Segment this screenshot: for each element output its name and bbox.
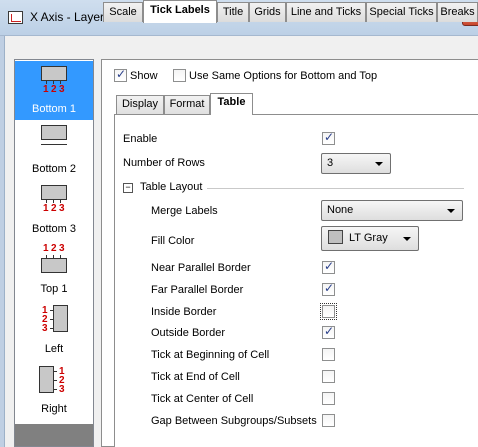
enable-label: Enable [123, 133, 158, 145]
list-empty-area [15, 424, 93, 446]
tick-end-cell-label: Tick at End of Cell [151, 371, 240, 383]
subtab-display[interactable]: Display [116, 95, 164, 114]
fill-color-label: Fill Color [151, 235, 195, 247]
subtab-format[interactable]: Format [164, 95, 210, 114]
merge-labels-value: None [327, 204, 354, 216]
collapse-toggle-icon[interactable]: − [123, 183, 133, 193]
outside-border-checkbox[interactable] [322, 324, 335, 339]
show-label: Show [130, 70, 158, 82]
axis-item-bottom-2[interactable]: Bottom 2 [15, 121, 93, 180]
number-of-rows-value: 3 [327, 157, 334, 169]
axis-item-label: Bottom 1 [31, 103, 77, 115]
enable-checkbox[interactable] [322, 130, 335, 145]
merge-labels-label: Merge Labels [151, 205, 218, 217]
window-title: X Axis - Layer1 [30, 10, 111, 24]
show-checkbox[interactable] [114, 67, 127, 82]
number-of-rows-select[interactable]: 3 [321, 153, 391, 174]
inside-border-label: Inside Border [151, 306, 217, 318]
near-parallel-border-label: Near Parallel Border [151, 262, 251, 274]
merge-labels-select[interactable]: None [321, 200, 463, 221]
color-swatch [328, 230, 343, 244]
tab-title[interactable]: Title [217, 2, 249, 22]
axis-item-bottom-3[interactable]: 1 2 3 Bottom 3 [15, 181, 93, 240]
far-parallel-border-label: Far Parallel Border [151, 284, 244, 296]
tick-center-cell-label: Tick at Center of Cell [151, 393, 254, 405]
tick-beginning-cell-checkbox[interactable] [322, 348, 335, 361]
use-same-options-label: Use Same Options for Bottom and Top [189, 70, 378, 82]
axis-item-label: Left [44, 343, 64, 355]
tick-end-cell-checkbox[interactable] [322, 370, 335, 383]
axis-item-top-1[interactable]: 1 2 3 Top 1 [15, 241, 93, 300]
far-parallel-border-checkbox[interactable] [322, 281, 335, 296]
tab-tick-labels[interactable]: Tick Labels [143, 0, 217, 23]
tab-scale[interactable]: Scale [103, 2, 143, 22]
subtab-table[interactable]: Table [210, 93, 253, 115]
fill-color-value: LT Gray [349, 232, 388, 244]
axis-item-right[interactable]: 1 2 3 Right [15, 361, 93, 420]
axis-item-label: Bottom 2 [31, 163, 77, 175]
gap-subgroups-label: Gap Between Subgroups/Subsets [151, 415, 317, 427]
chevron-down-icon [375, 162, 383, 166]
chevron-down-icon [447, 209, 455, 213]
axis-item-label: Right [41, 403, 67, 415]
gap-subgroups-checkbox[interactable] [322, 414, 335, 427]
outside-border-label: Outside Border [151, 327, 225, 339]
axis-icon-list: 1 2 3 Bottom 1 Bottom 2 1 2 3 Bottom 3 1… [14, 59, 94, 447]
tab-special-ticks[interactable]: Special Ticks [366, 2, 437, 22]
near-parallel-border-checkbox[interactable] [322, 259, 335, 274]
axis-item-left[interactable]: 1 2 3 Left [15, 301, 93, 360]
chevron-down-icon [403, 237, 411, 241]
inside-border-checkbox[interactable] [320, 303, 337, 320]
fill-color-select[interactable]: LT Gray [321, 226, 419, 251]
axis-item-label: Bottom 3 [31, 223, 77, 235]
tab-breaks[interactable]: Breaks [437, 2, 478, 22]
axis-item-bottom-1[interactable]: 1 2 3 Bottom 1 [15, 61, 93, 120]
axis-item-label: Top 1 [40, 283, 68, 295]
table-layout-heading: Table Layout [140, 181, 203, 193]
use-same-options-checkbox[interactable] [173, 69, 186, 82]
tick-center-cell-checkbox[interactable] [322, 392, 335, 405]
tab-line-and-ticks[interactable]: Line and Ticks [286, 2, 366, 22]
graph-window-icon [8, 11, 23, 24]
group-divider [207, 188, 464, 189]
number-of-rows-label: Number of Rows [123, 157, 205, 169]
tick-beginning-cell-label: Tick at Beginning of Cell [151, 349, 270, 361]
tab-grids[interactable]: Grids [249, 2, 286, 22]
